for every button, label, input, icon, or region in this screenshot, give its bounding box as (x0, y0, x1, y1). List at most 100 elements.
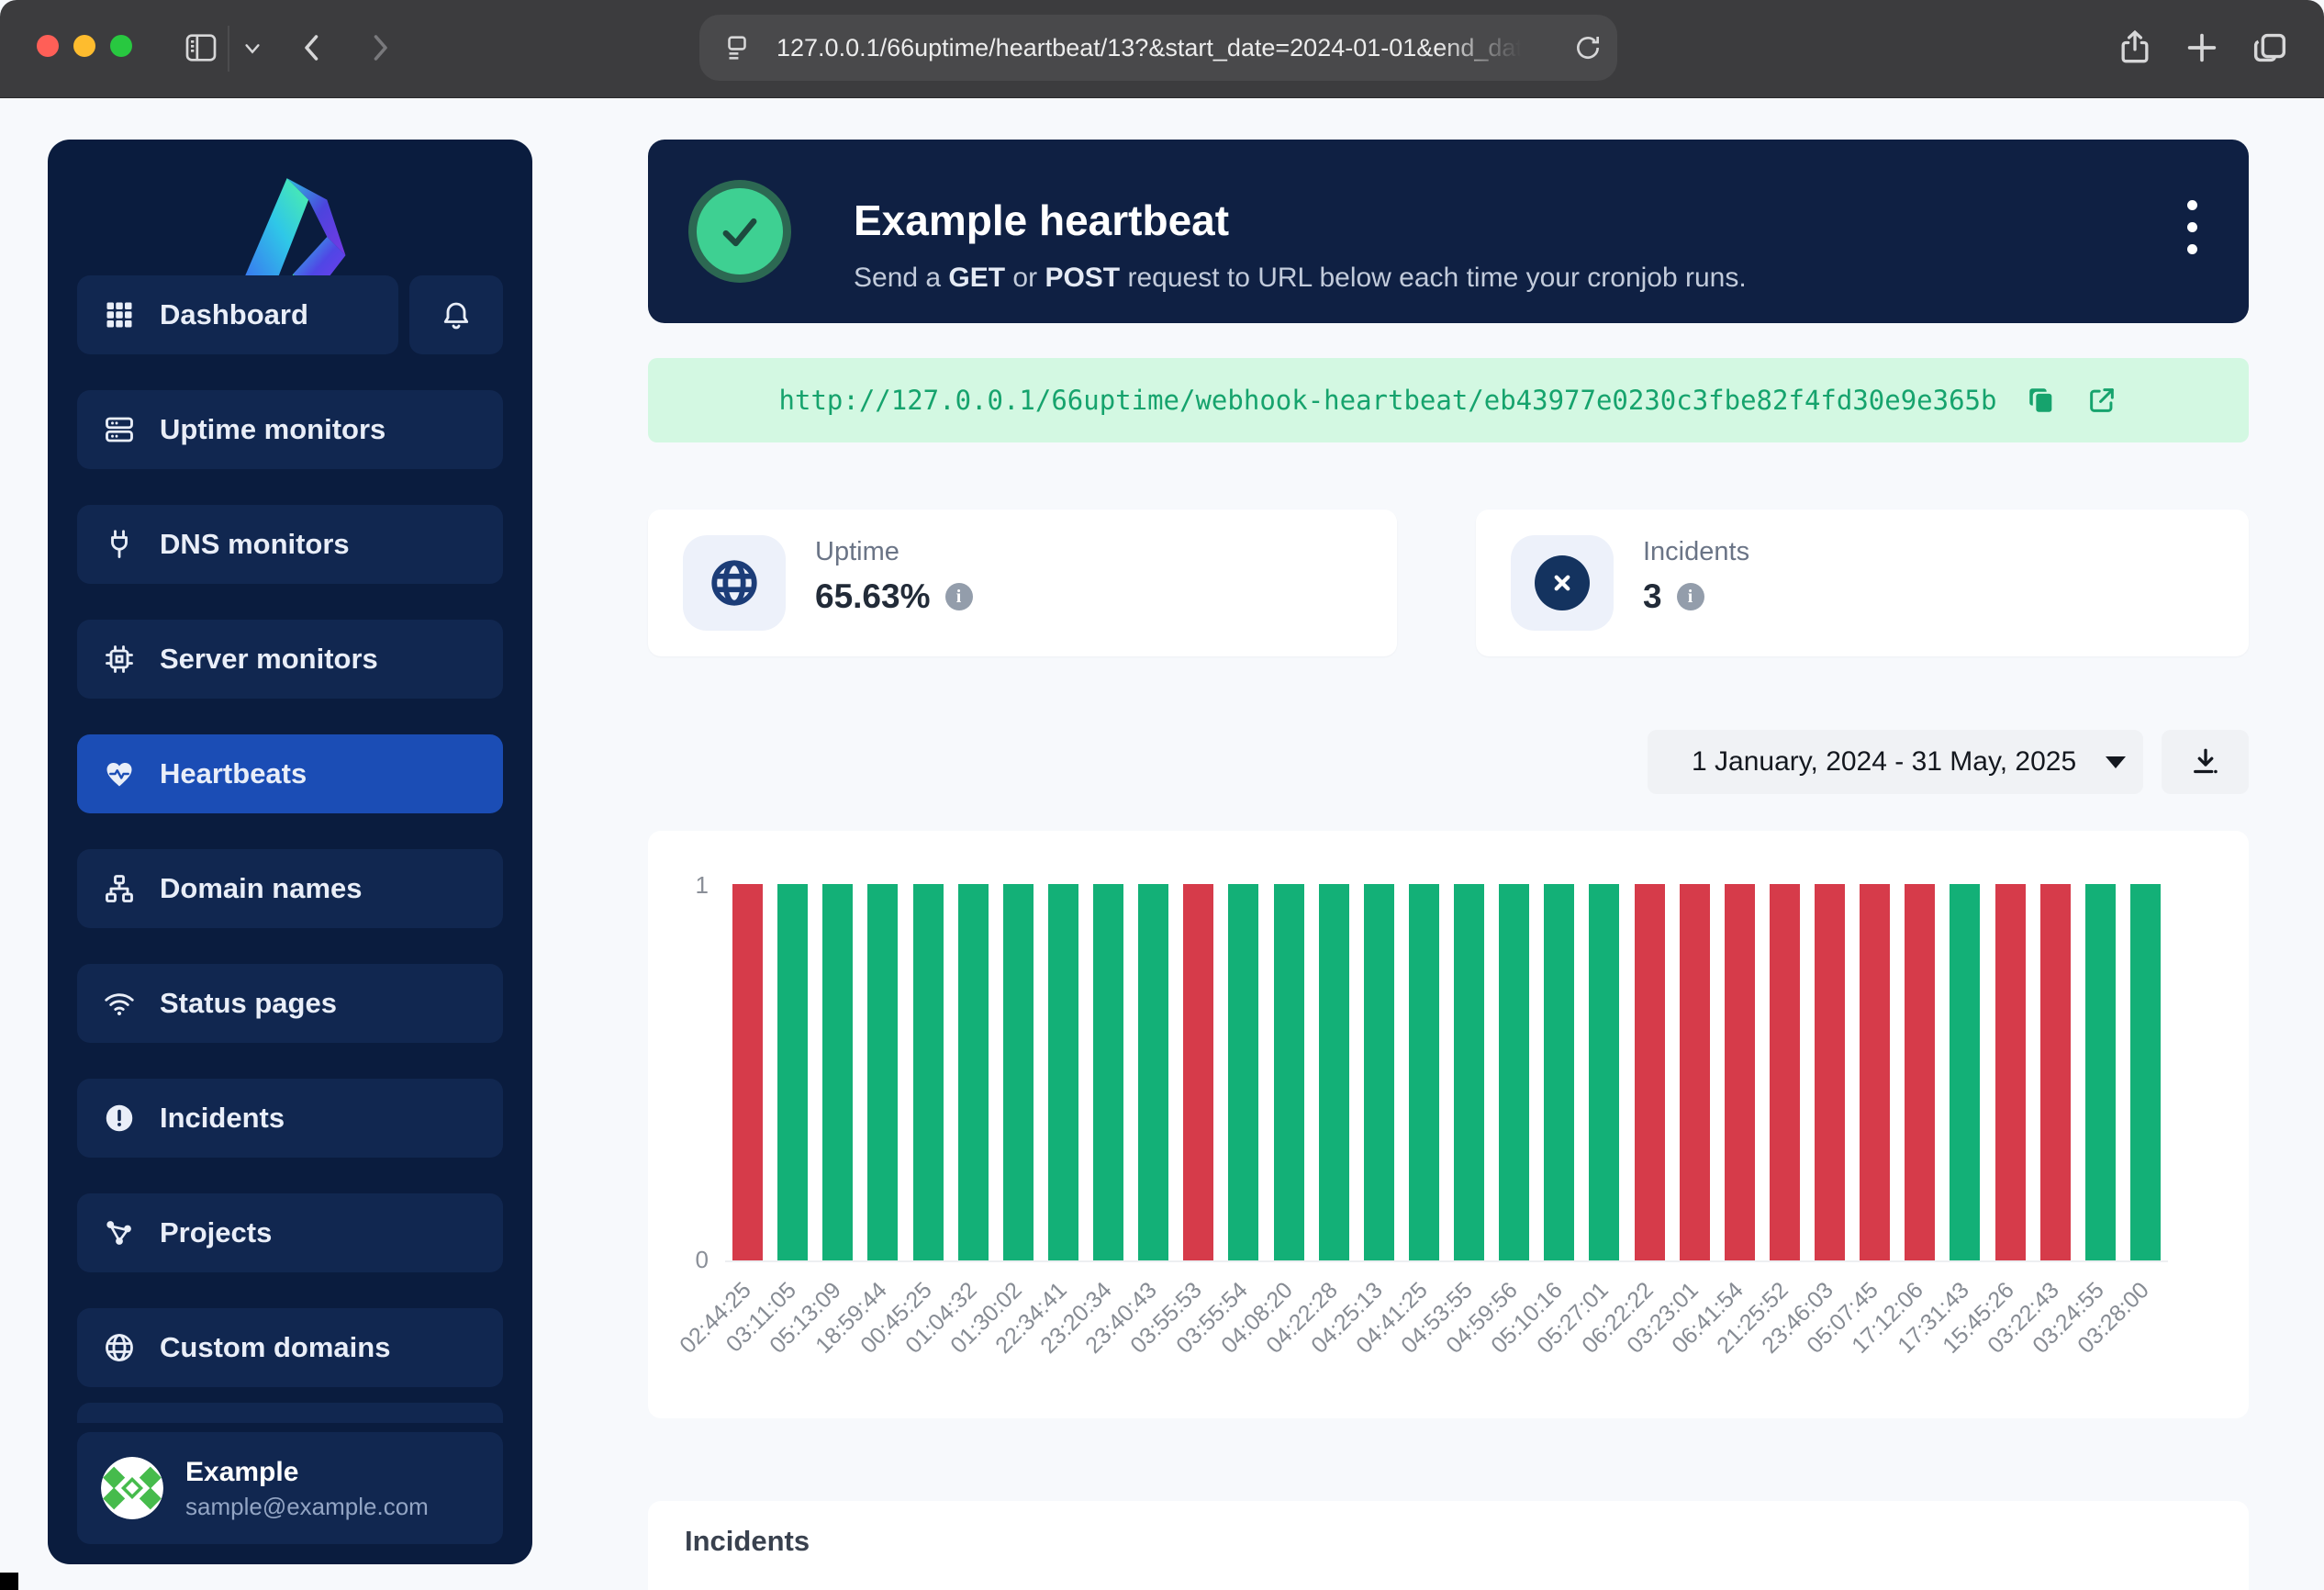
sidebar-item-uptime-monitors[interactable]: Uptime monitors (77, 390, 503, 469)
sidebar-item-projects[interactable]: Projects (77, 1193, 503, 1272)
subtitle-part: Send a (854, 263, 948, 293)
chart-bar[interactable] (1725, 884, 1755, 1260)
chart-bar[interactable] (1815, 884, 1845, 1260)
chart-bar[interactable] (1183, 884, 1213, 1260)
chart-bar[interactable] (1770, 884, 1800, 1260)
globe-icon (708, 556, 761, 610)
subtitle-post: POST (1045, 263, 1120, 293)
chart-bar[interactable] (1860, 884, 1890, 1260)
chart-bar[interactable] (1499, 884, 1529, 1260)
chart-bar[interactable] (1589, 884, 1619, 1260)
heart-pulse-icon (103, 757, 136, 790)
x-circle-icon (1535, 555, 1590, 610)
copy-icon[interactable] (2026, 384, 2057, 417)
chart-bar[interactable] (1138, 884, 1168, 1260)
profile-text: Example sample@example.com (185, 1456, 429, 1521)
chart-bar[interactable] (1680, 884, 1710, 1260)
heartbeat-chart-card: 1 0 02:44:2503:11:0505:13:0918:59:4400:4… (648, 831, 2249, 1418)
chart-bar[interactable] (822, 884, 853, 1260)
sidebar-item-domain-names[interactable]: Domain names (77, 849, 503, 928)
chart-bar[interactable] (2040, 884, 2071, 1260)
chart-bar[interactable] (913, 884, 944, 1260)
sidebar-item-server-monitors[interactable]: Server monitors (77, 620, 503, 699)
screen: 127.0.0.1/66uptime/heartbeat/13?&start_d… (0, 0, 2324, 1590)
chart-bar[interactable] (2130, 884, 2161, 1260)
dashboard-grid-icon (103, 298, 136, 331)
address-bar[interactable]: 127.0.0.1/66uptime/heartbeat/13?&start_d… (699, 15, 1617, 81)
minimize-window-button[interactable] (73, 35, 95, 57)
incidents-value: 3 (1643, 577, 1662, 616)
chart-bar[interactable] (1995, 884, 2026, 1260)
info-icon[interactable]: i (1677, 583, 1704, 610)
date-range-label: 1 January, 2024 - 31 May, 2025 (1692, 746, 2076, 778)
sidebar-toggle-icon[interactable] (182, 29, 220, 66)
new-tab-icon[interactable] (2181, 26, 2223, 70)
url-fade (1437, 18, 1557, 77)
sidebar-item-label: Custom domains (160, 1331, 390, 1364)
chart-bar[interactable] (1905, 884, 1935, 1260)
zoom-window-button[interactable] (110, 35, 132, 57)
uptime-label: Uptime (815, 537, 899, 567)
tab-overview-icon[interactable] (2249, 26, 2291, 70)
chart-bar[interactable] (1093, 884, 1123, 1260)
info-icon[interactable]: i (945, 583, 973, 610)
chart-bar[interactable] (1048, 884, 1078, 1260)
chart-bar[interactable] (1409, 884, 1439, 1260)
incidents-stat-card: Incidents 3 i (1476, 509, 2249, 656)
uptime-value: 65.63% (815, 577, 931, 616)
external-link-icon[interactable] (2086, 384, 2117, 417)
chart-bar[interactable] (1635, 884, 1665, 1260)
sidebar-item-label: Uptime monitors (160, 413, 385, 446)
chart-bar[interactable] (1319, 884, 1349, 1260)
chart-bar[interactable] (1950, 884, 1980, 1260)
webhook-url-text: http://127.0.0.1/66uptime/webhook-heartb… (779, 385, 1997, 416)
sidebar-item-heartbeats[interactable]: Heartbeats (77, 734, 503, 813)
chart-bar[interactable] (958, 884, 989, 1260)
chart-bar[interactable] (1228, 884, 1258, 1260)
reload-icon[interactable] (1573, 32, 1603, 63)
sidebar-item-dns-monitors[interactable]: DNS monitors (77, 505, 503, 584)
chart-bar[interactable] (1364, 884, 1394, 1260)
page-body: Dashboard Uptime monitors (0, 98, 2324, 1590)
back-button-icon[interactable] (296, 28, 329, 68)
date-range-picker[interactable]: 1 January, 2024 - 31 May, 2025 (1648, 730, 2143, 794)
chart-bar[interactable] (1003, 884, 1034, 1260)
chart-bar[interactable] (777, 884, 808, 1260)
download-button[interactable] (2162, 730, 2249, 794)
sidebar-item-incidents[interactable]: Incidents (77, 1079, 503, 1158)
close-window-button[interactable] (37, 35, 59, 57)
chart-plot-area: 02:44:2503:11:0505:13:0918:59:4400:45:25… (725, 884, 2168, 1262)
sidebar-item-label: Server monitors (160, 643, 378, 676)
profile-email: sample@example.com (185, 1493, 429, 1521)
heartbeat-header-card: Example heartbeat Send a GET or POST req… (648, 140, 2249, 323)
sidebar-item-label: Projects (160, 1216, 272, 1249)
sidebar-item-dashboard[interactable]: Dashboard (77, 275, 398, 354)
y-axis-tick-0: 0 (663, 1246, 709, 1274)
cpu-icon (103, 643, 136, 676)
chart-bar[interactable] (1274, 884, 1304, 1260)
profile-card[interactable]: Example sample@example.com (77, 1432, 503, 1544)
kebab-menu-icon[interactable] (2187, 200, 2197, 254)
share-icon[interactable] (2115, 26, 2155, 70)
avatar (101, 1457, 163, 1519)
incidents-label: Incidents (1643, 537, 1749, 567)
subtitle-get: GET (948, 263, 1005, 293)
chart-bar[interactable] (732, 884, 763, 1260)
status-up-badge (688, 180, 791, 283)
sidebar-item-status-pages[interactable]: Status pages (77, 964, 503, 1043)
sidebar-item-partial[interactable] (77, 1403, 503, 1423)
chart-bar[interactable] (2085, 884, 2116, 1260)
forward-button-icon[interactable] (363, 28, 397, 68)
plug-icon (103, 528, 136, 561)
chart-bar[interactable] (1544, 884, 1574, 1260)
chart-bar[interactable] (1454, 884, 1484, 1260)
tab-group-chevron-icon[interactable] (240, 39, 264, 59)
chart-bar[interactable] (867, 884, 898, 1260)
notifications-button[interactable] (409, 275, 503, 354)
exclamation-circle-icon (103, 1102, 136, 1135)
sidebar-item-custom-domains[interactable]: Custom domains (77, 1308, 503, 1387)
uptime-icon-tile (683, 535, 786, 631)
screenshot-corner-artifact (0, 1573, 18, 1590)
x-axis-label: 03:28:00 (1925, 1273, 2145, 1300)
server-stack-icon (103, 413, 136, 446)
